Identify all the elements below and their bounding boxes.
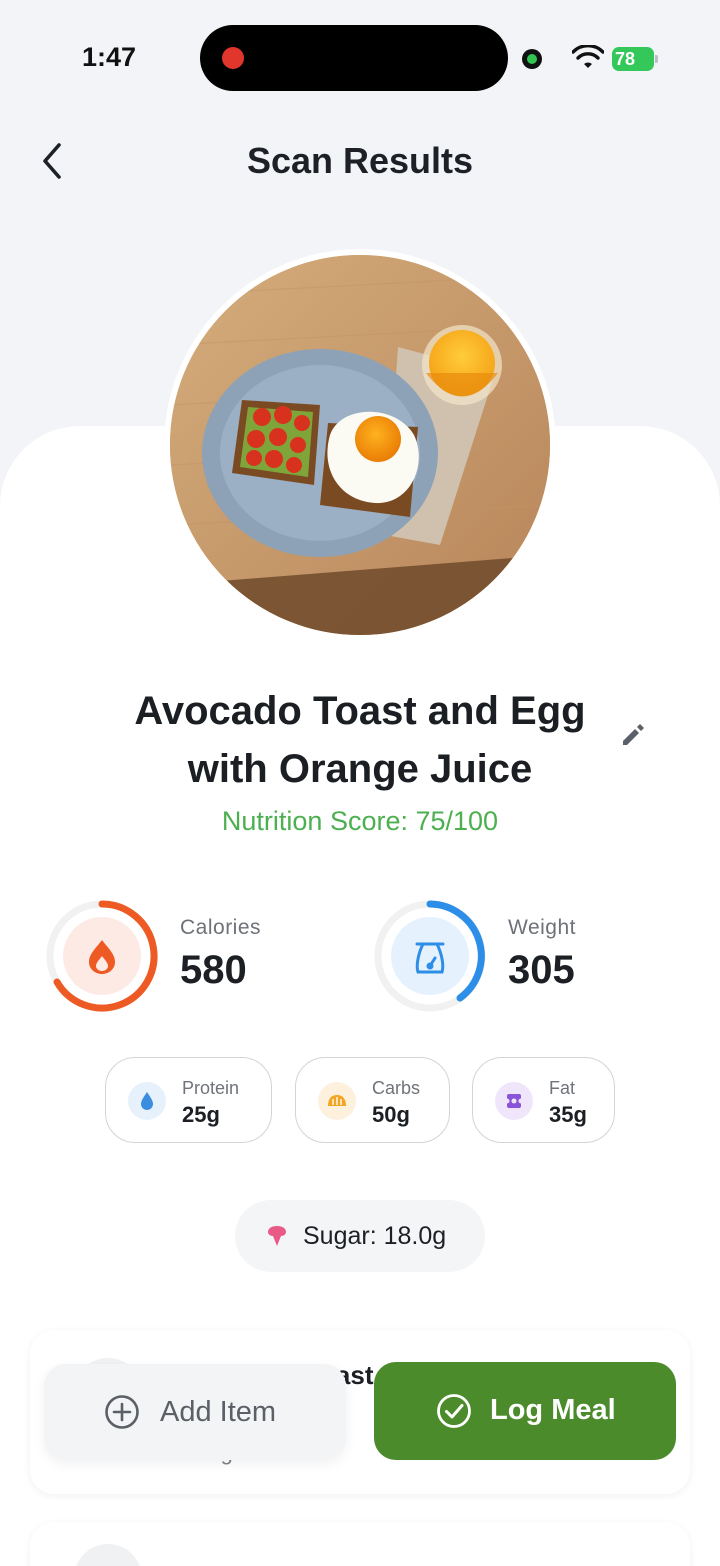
calories-stat: Calories 580 bbox=[44, 898, 304, 1016]
protein-value: 25g bbox=[182, 1102, 220, 1127]
log-meal-label: Log Meal bbox=[490, 1394, 616, 1426]
log-meal-button[interactable]: Log Meal bbox=[374, 1362, 676, 1460]
wifi-icon bbox=[572, 45, 604, 68]
page-title: Scan Results bbox=[246, 140, 474, 181]
food-name: Avocado Toast and Egg with Orange Juice bbox=[134, 689, 586, 791]
check-circle-icon bbox=[437, 1394, 471, 1428]
carbs-chip: Carbs 50g bbox=[295, 1057, 450, 1143]
battery-indicator: 78 bbox=[612, 47, 658, 71]
weight-value: 305 bbox=[508, 948, 575, 992]
add-item-label: Add Item bbox=[160, 1396, 277, 1428]
fat-label: Fat bbox=[549, 1078, 576, 1098]
weight-label: Weight bbox=[508, 916, 576, 939]
fat-chip: Fat 35g bbox=[472, 1057, 615, 1143]
protein-chip: Protein 25g bbox=[105, 1057, 272, 1143]
calories-label: Calories bbox=[180, 916, 262, 939]
fat-icon bbox=[504, 1094, 524, 1108]
dynamic-island bbox=[200, 25, 508, 91]
food-item-avatar bbox=[74, 1544, 142, 1566]
food-item-card[interactable] bbox=[30, 1522, 690, 1566]
bread-icon bbox=[328, 1095, 346, 1106]
fat-value: 35g bbox=[549, 1102, 587, 1127]
pencil-icon bbox=[623, 724, 644, 745]
add-item-button[interactable]: Add Item bbox=[44, 1364, 346, 1460]
fat-icon-wrap bbox=[495, 1082, 533, 1120]
protein-icon-wrap bbox=[128, 1082, 166, 1120]
calories-value: 580 bbox=[180, 948, 247, 992]
recording-indicator-icon bbox=[222, 47, 244, 69]
status-time: 1:47 bbox=[82, 42, 137, 72]
camera-in-use-icon bbox=[522, 49, 542, 69]
sugar-pill: Sugar: 18.0g bbox=[235, 1200, 485, 1272]
header: Scan Results bbox=[0, 120, 720, 204]
carbs-icon-wrap bbox=[318, 1082, 356, 1120]
battery-level: 78 bbox=[612, 47, 654, 71]
nutrition-score: Nutrition Score: 75/100 bbox=[221, 806, 499, 836]
protein-label: Protein bbox=[182, 1078, 240, 1098]
carbs-label: Carbs bbox=[372, 1078, 421, 1098]
battery-tip bbox=[655, 55, 658, 63]
sugar-text: Sugar: 18.0g bbox=[303, 1222, 447, 1250]
weight-stat: Weight 305 bbox=[372, 898, 632, 1016]
food-photo bbox=[164, 249, 556, 641]
weight-ring bbox=[374, 900, 486, 1012]
drop-icon bbox=[141, 1092, 153, 1110]
plus-circle-icon bbox=[105, 1395, 139, 1429]
calories-ring bbox=[46, 900, 158, 1012]
status-bar: 1:47 78 bbox=[0, 0, 720, 110]
food-photo-illustration bbox=[170, 255, 550, 635]
carbs-value: 50g bbox=[372, 1102, 410, 1127]
sugar-icon bbox=[268, 1226, 286, 1246]
edit-name-button[interactable] bbox=[616, 718, 650, 752]
